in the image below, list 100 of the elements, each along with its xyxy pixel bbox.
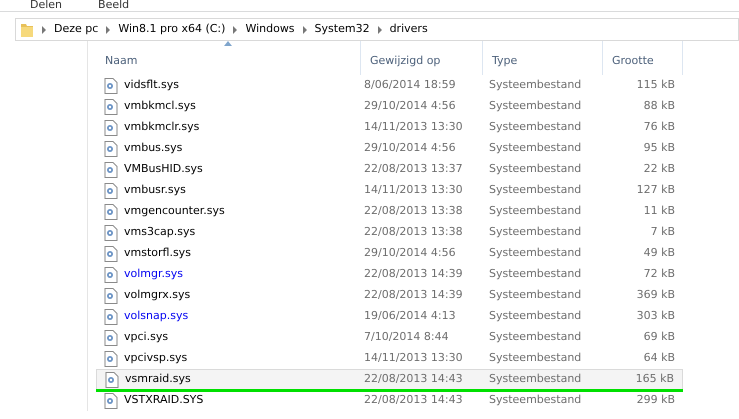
file-name[interactable]: vmstorfl.sys: [96, 243, 361, 264]
type-cell-text: Systeembestand: [488, 140, 582, 156]
file-name[interactable]: vpci.sys: [96, 327, 361, 348]
file-name-text: vmbkmcl.sys: [124, 98, 196, 114]
type-cell-text: Systeembestand: [488, 161, 582, 178]
date-cell-text: 22/08/2013 14:39: [363, 287, 464, 304]
file-name[interactable]: vmbkmcl.sys: [96, 96, 361, 117]
file-name-text: vmstorfl.sys: [124, 245, 191, 262]
file-name[interactable]: volsnap.sys: [96, 306, 361, 327]
file-name-text: vmbusr.sys: [124, 182, 186, 198]
system-file-icon: [104, 330, 118, 346]
type-cell-text: Systeembestand: [488, 329, 582, 346]
chevron-icon: [378, 26, 382, 34]
file-name-text: vsmraid.sys: [125, 371, 191, 388]
size-cell-text: 64 kB: [642, 350, 676, 366]
file-name-text: VMBusHID.sys: [124, 161, 203, 178]
breadcrumb-item[interactable]: Win8.1 pro x64 (C:): [118, 21, 226, 38]
file-name-text: volmgr.sys: [124, 266, 183, 282]
type-cell-text: Systeembestand: [488, 245, 582, 262]
column-header[interactable]: Gewijzigd op: [361, 41, 483, 75]
column-header[interactable]: Grootte: [603, 41, 683, 75]
system-file-icon: [104, 288, 118, 304]
size-cell-text: 127 kB: [636, 182, 676, 198]
file-name-text: volsnap.sys: [124, 308, 188, 324]
breadcrumb-item[interactable]: System32: [314, 21, 370, 38]
size-cell-text: 69 kB: [642, 329, 676, 346]
file-name-text: vpcivsp.sys: [124, 350, 188, 366]
file-name[interactable]: vmgencounter.sys: [96, 201, 361, 222]
file-name[interactable]: volmgrx.sys: [96, 285, 361, 306]
file-name-text: vmbus.sys: [124, 140, 182, 156]
file-name[interactable]: VMBusHID.sys: [96, 159, 361, 180]
type-cell-text: Systeembestand: [488, 119, 582, 136]
file-name[interactable]: volmgr.sys: [96, 264, 361, 285]
date-cell-text: 7/10/2014 8:44: [363, 329, 450, 346]
size-cell-text: 72 kB: [642, 266, 676, 282]
system-file-icon: [104, 392, 118, 408]
size-cell-text: 22 kB: [642, 161, 676, 178]
system-file-icon: [104, 350, 118, 366]
type-cell-text: Systeembestand: [488, 98, 582, 114]
date-cell-text: 19/06/2014 4:13: [363, 308, 457, 324]
system-file-icon: [104, 308, 118, 324]
system-file-icon: [104, 98, 118, 114]
file-name[interactable]: vsmraid.sys: [96, 369, 361, 390]
date-cell-text: 29/10/2014 4:56: [363, 140, 457, 156]
size-cell: 165 kB: [603, 369, 683, 390]
ribbon-tab[interactable]: Beeld: [98, 0, 130, 11]
address-bar[interactable]: Deze pc Win8.1 pro x64 (C:) Windows System32 drivers: [15, 18, 739, 41]
system-file-icon: [104, 162, 118, 178]
file-name[interactable]: vmbusr.sys: [96, 180, 361, 201]
size-cell-text: 299 kB: [636, 392, 676, 408]
column-header[interactable]: Naam: [96, 41, 361, 75]
type-cell-text: Systeembestand: [488, 224, 582, 240]
date-cell-text: 14/11/2013 13:30: [363, 350, 464, 366]
system-file-icon: [104, 246, 118, 262]
system-file-icon: [105, 372, 119, 388]
file-name-text: vpci.sys: [124, 329, 168, 346]
system-file-icon: [104, 140, 118, 156]
type-cell-text: Systeembestand: [488, 77, 582, 94]
size-cell-text: 95 kB: [642, 140, 676, 156]
file-name-text: VSTXRAID.SYS: [124, 392, 204, 408]
system-file-icon: [104, 120, 118, 136]
size-cell-text: 303 kB: [636, 308, 676, 324]
size-cell-text: 115 kB: [636, 77, 676, 94]
type-cell-text: Systeembestand: [488, 287, 582, 304]
date-cell-text: 8/06/2014 18:59: [363, 77, 457, 94]
type-cell-text: Systeembestand: [488, 350, 582, 366]
column-header[interactable]: Type: [483, 41, 603, 75]
folder-icon: [20, 22, 34, 38]
file-name-text: vmbkmclr.sys: [124, 119, 200, 136]
size-cell-text: 76 kB: [642, 119, 676, 136]
file-name[interactable]: vms3cap.sys: [96, 222, 361, 243]
sort-arrow-icon: [224, 41, 232, 46]
file-name[interactable]: VSTXRAID.SYS: [96, 390, 361, 411]
breadcrumb-item[interactable]: Deze pc: [54, 21, 98, 38]
chevron-icon: [233, 26, 238, 34]
breadcrumb-item[interactable]: Windows: [245, 21, 295, 38]
size-cell-text: 369 kB: [636, 287, 676, 304]
breadcrumb-item[interactable]: drivers: [390, 21, 428, 38]
type-cell-text: Systeembestand: [488, 308, 582, 324]
file-name-text: vmgencounter.sys: [124, 203, 225, 220]
system-file-icon: [104, 182, 118, 198]
chevron-icon: [106, 26, 110, 34]
file-name[interactable]: vidsflt.sys: [96, 75, 361, 96]
ribbon-tab[interactable]: Delen: [30, 0, 62, 11]
type-cell: Systeembestand: [483, 369, 603, 390]
date-cell-text: 22/08/2013 14:39: [363, 266, 464, 282]
file-name[interactable]: vpcivsp.sys: [96, 348, 361, 369]
system-file-icon: [104, 224, 118, 240]
file-name-text: vidsflt.sys: [124, 77, 179, 94]
size-cell-text: 7 kB: [650, 224, 676, 240]
type-cell-text: Systeembestand: [488, 392, 582, 408]
date-cell-text: 29/10/2014 4:56: [363, 98, 457, 114]
date-cell-text: 22/08/2013 14:43: [363, 392, 464, 408]
system-file-icon: [104, 78, 118, 94]
file-name[interactable]: vmbkmclr.sys: [96, 117, 361, 138]
file-name[interactable]: vmbus.sys: [96, 138, 361, 159]
date-cell-text: 22/08/2013 13:38: [363, 203, 464, 220]
size-cell-text: 88 kB: [642, 98, 676, 114]
date-cell-text: 22/08/2013 13:37: [363, 161, 464, 178]
type-cell-text: Systeembestand: [488, 182, 582, 198]
